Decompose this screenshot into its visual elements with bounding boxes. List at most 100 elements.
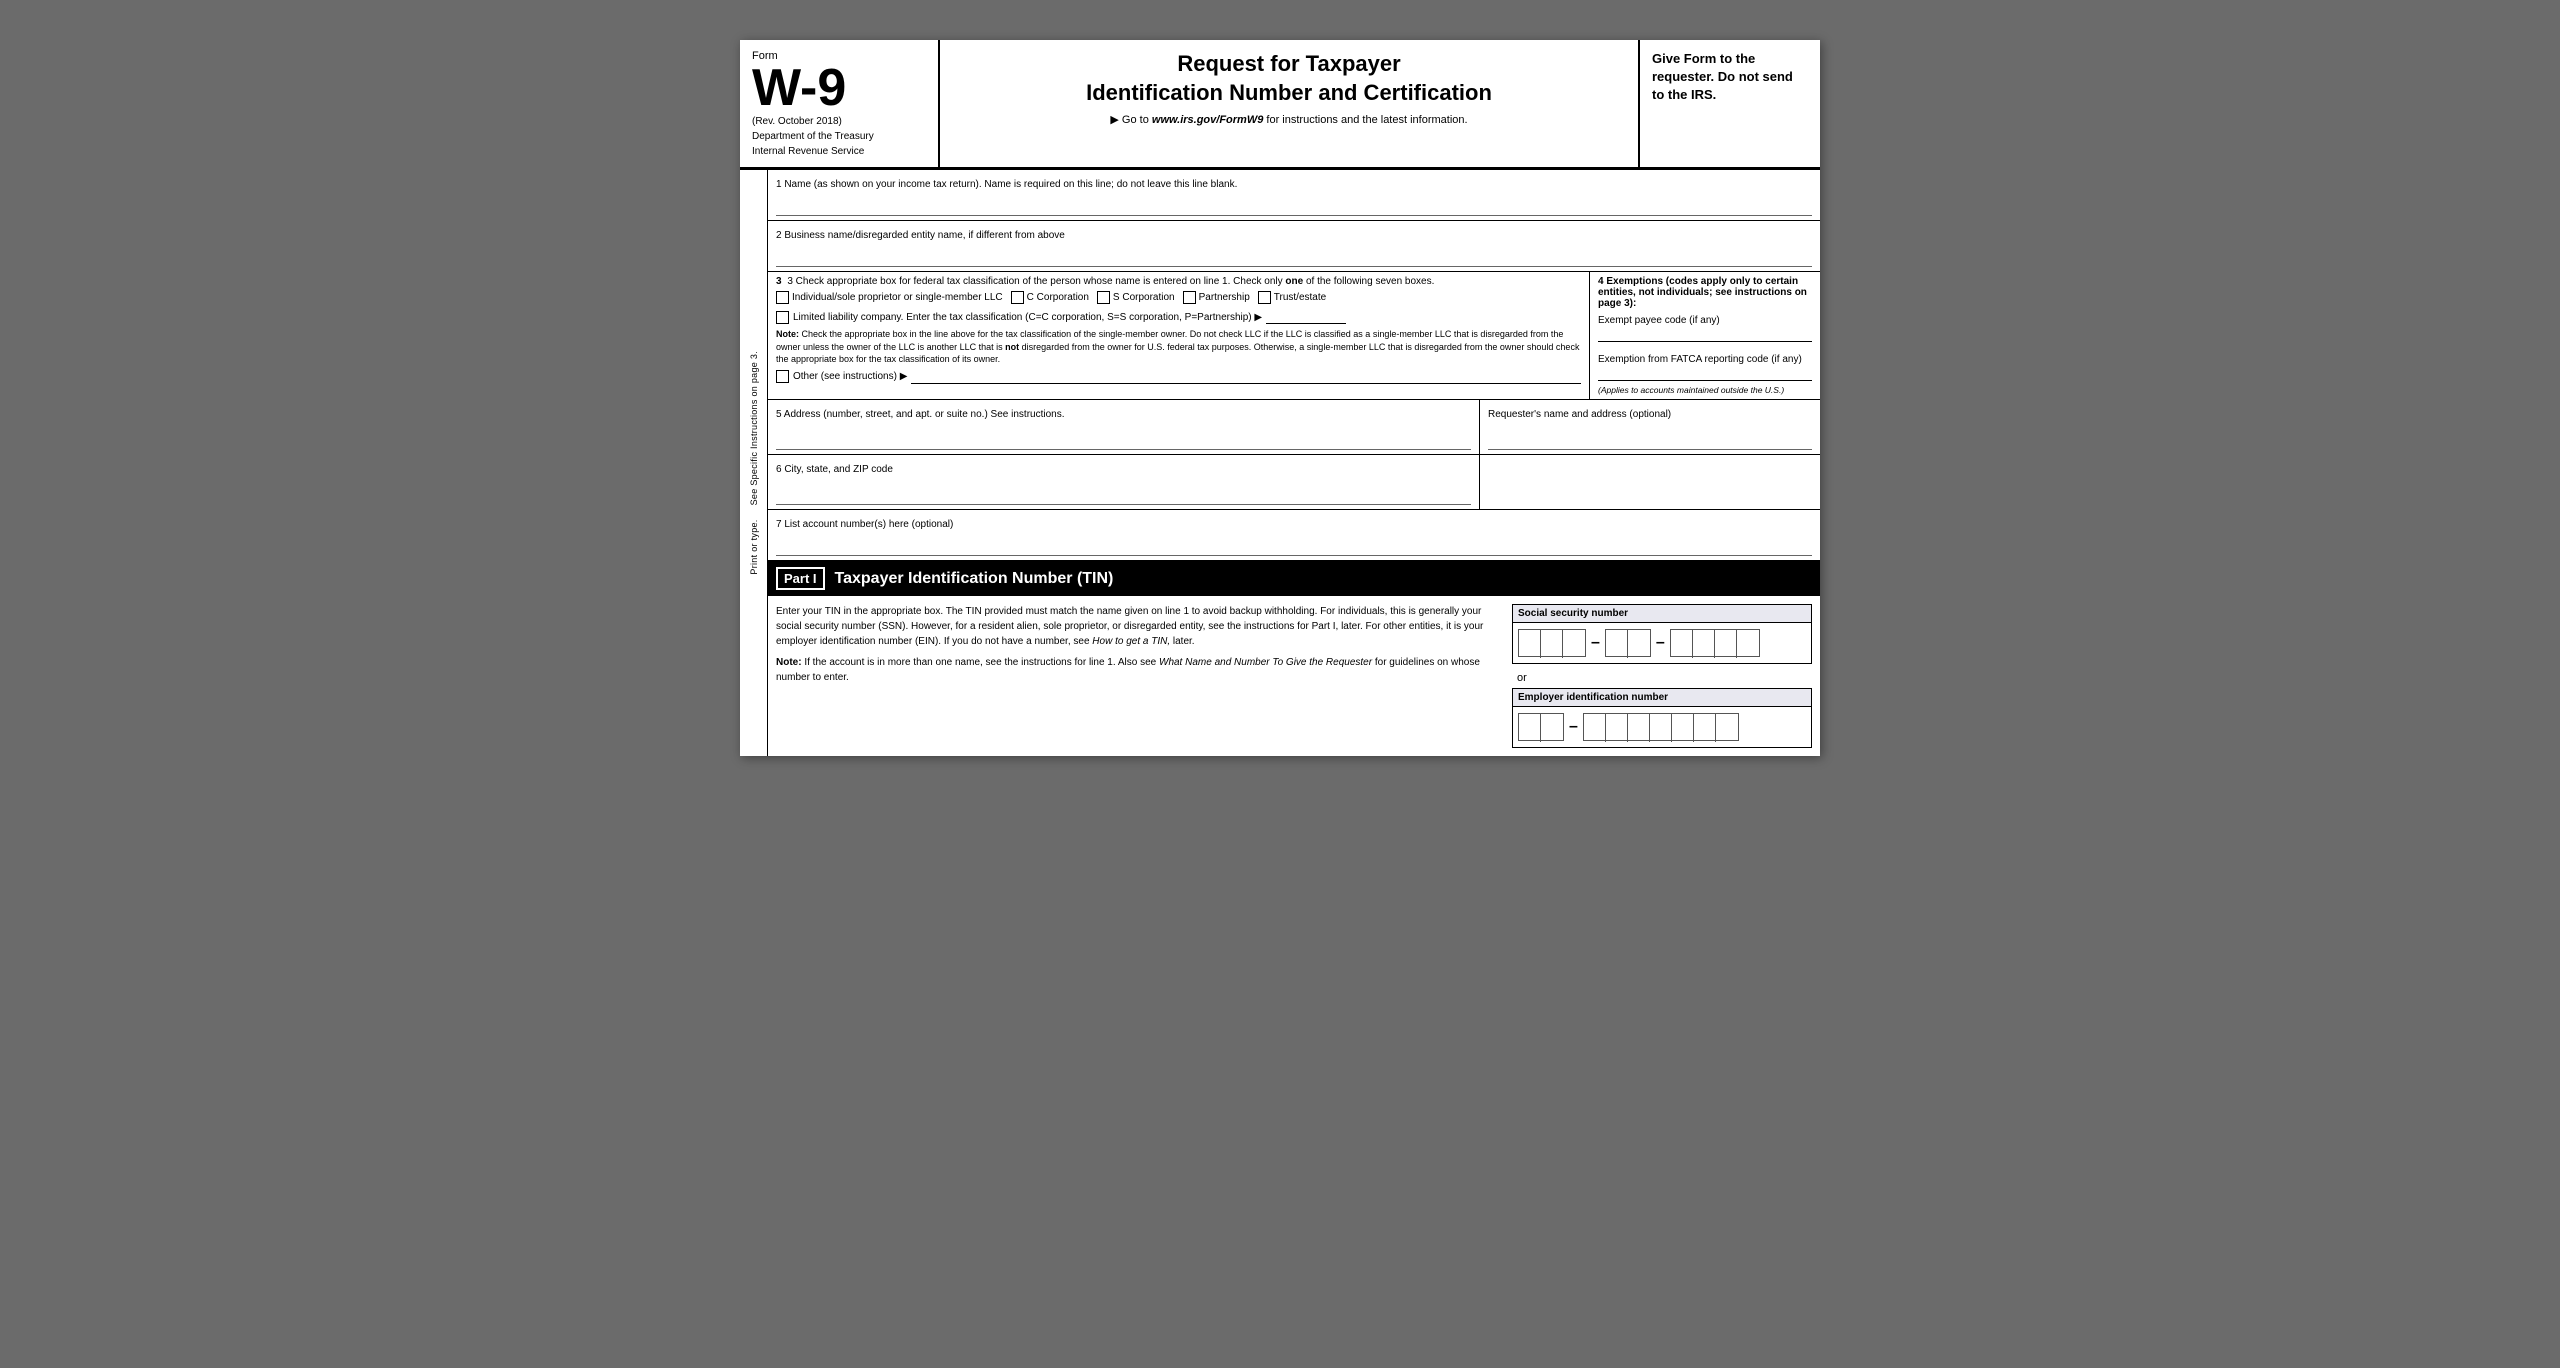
side-label-text: Print or type. See Specific Instructions… [749,351,759,575]
other-input[interactable] [911,370,1581,384]
llc-label: Limited liability company. Enter the tax… [793,312,1262,323]
checkbox-ccorp[interactable]: C Corporation [1011,291,1089,304]
checkbox-ccorp-label: C Corporation [1027,292,1089,303]
other-row: Other (see instructions) ▶ [776,370,1581,384]
checkbox-trust-box[interactable] [1258,291,1271,304]
checkbox-partnership-box[interactable] [1183,291,1196,304]
form-title: Request for Taxpayer Identification Numb… [960,50,1618,107]
part1-p2: Note: If the account is in more than one… [776,655,1502,685]
part1-body: Enter your TIN in the appropriate box. T… [768,596,1820,756]
checkbox-trust[interactable]: Trust/estate [1258,291,1326,304]
address-left: 5 Address (number, street, and apt. or s… [768,400,1480,454]
exempt-payee-input[interactable] [1598,328,1812,342]
fatca-note: (Applies to accounts maintained outside … [1598,385,1812,395]
city-left: 6 City, state, and ZIP code [768,455,1480,509]
ein-cell[interactable] [1628,714,1650,742]
note-text: Note: Check the appropriate box in the l… [776,328,1581,366]
checkbox-partnership[interactable]: Partnership [1183,291,1250,304]
address-right: Requester's name and address (optional) [1480,400,1820,454]
ssn-segment-3[interactable] [1670,629,1760,657]
checkbox-other-box[interactable] [776,370,789,383]
ein-cell[interactable] [1541,714,1563,742]
ein-fields: – [1513,707,1811,747]
ein-dash: – [1567,718,1580,736]
checkbox-scorp-box[interactable] [1097,291,1110,304]
exemptions-heading: 4 Exemptions (codes apply only to certai… [1598,276,1812,309]
ssn-cell[interactable] [1671,630,1693,658]
field5-label: 5 Address (number, street, and apt. or s… [776,409,1065,420]
part1-p1: Enter your TIN in the appropriate box. T… [776,604,1502,649]
field5-input[interactable] [776,422,1471,450]
account-row: 7 List account number(s) here (optional) [768,510,1820,561]
ein-cell[interactable] [1672,714,1694,742]
city-row: 6 City, state, and ZIP code [768,455,1820,510]
form-body: Print or type. See Specific Instructions… [740,170,1820,756]
ssn-label: Social security number [1513,605,1811,623]
ssn-segment-2[interactable] [1605,629,1651,657]
row3-right: 4 Exemptions (codes apply only to certai… [1590,272,1820,399]
field1-input[interactable] [776,194,1812,216]
ein-cell[interactable] [1716,714,1738,742]
ein-cell[interactable] [1650,714,1672,742]
form-number: W-9 [752,62,926,114]
field2-row: 2 Business name/disregarded entity name,… [768,221,1820,272]
form-rev: (Rev. October 2018) [752,116,926,127]
checkbox-individual-label: Individual/sole proprietor or single-mem… [792,292,1003,303]
header-right: Give Form to the requester. Do not send … [1640,40,1820,167]
field3-label: 3 3 Check appropriate box for federal ta… [776,276,1581,287]
ssn-cell[interactable] [1606,630,1628,658]
checkbox-individual-box[interactable] [776,291,789,304]
row3-left: 3 3 Check appropriate box for federal ta… [768,272,1590,399]
fatca-label: Exemption from FATCA reporting code (if … [1598,354,1812,365]
ein-cell[interactable] [1606,714,1628,742]
field6-input[interactable] [776,477,1471,505]
form-goto: ▶ Go to www.irs.gov/FormW9 for instructi… [960,113,1618,126]
checkbox-scorp[interactable]: S Corporation [1097,291,1175,304]
ssn-fields: – – [1513,623,1811,663]
ein-cell[interactable] [1519,714,1541,742]
ssn-cell[interactable] [1693,630,1715,658]
ein-segment-2[interactable] [1583,713,1739,741]
checkbox-partnership-label: Partnership [1199,292,1250,303]
form-dept: Department of the Treasury [752,131,926,142]
city-right [1480,455,1820,509]
part1-left: Enter your TIN in the appropriate box. T… [776,604,1502,748]
header-left: Form W-9 (Rev. October 2018) Department … [740,40,940,167]
ein-box: Employer identification number – [1512,688,1812,748]
ssn-segment-1[interactable] [1518,629,1586,657]
ssn-cell[interactable] [1519,630,1541,658]
field7-input[interactable] [776,534,1812,556]
llc-input[interactable] [1266,310,1346,324]
ssn-cell[interactable] [1541,630,1563,658]
form-header: Form W-9 (Rev. October 2018) Department … [740,40,1820,170]
llc-row: Limited liability company. Enter the tax… [776,310,1581,324]
field1-label: 1 Name (as shown on your income tax retu… [776,179,1237,190]
checkbox-individual[interactable]: Individual/sole proprietor or single-mem… [776,291,1003,304]
address-container: 5 Address (number, street, and apt. or s… [768,400,1820,455]
other-label: Other (see instructions) ▶ [793,371,907,382]
ein-segment-1[interactable] [1518,713,1564,741]
field2-input[interactable] [776,245,1812,267]
ein-label: Employer identification number [1513,689,1811,707]
ssn-cell[interactable] [1715,630,1737,658]
ein-cell[interactable] [1694,714,1716,742]
requester-label: Requester's name and address (optional) [1488,409,1671,420]
fatca-input[interactable] [1598,367,1812,381]
checkboxes-row: Individual/sole proprietor or single-mem… [776,291,1581,304]
ssn-dash-1: – [1589,634,1602,652]
requester-input[interactable] [1488,422,1812,450]
part1-header: Part I Taxpayer Identification Number (T… [768,561,1820,596]
ssn-cell[interactable] [1628,630,1650,658]
field7-label: 7 List account number(s) here (optional) [776,519,953,530]
row3-container: 3 3 Check appropriate box for federal ta… [768,272,1820,400]
ein-cell[interactable] [1584,714,1606,742]
ssn-cell[interactable] [1563,630,1585,658]
checkbox-scorp-label: S Corporation [1113,292,1175,303]
part1-right: Social security number – [1512,604,1812,748]
checkbox-ccorp-box[interactable] [1011,291,1024,304]
w9-form: Form W-9 (Rev. October 2018) Department … [740,40,1820,756]
checkbox-llc-box[interactable] [776,311,789,324]
or-text: or [1517,672,1807,684]
ssn-cell[interactable] [1737,630,1759,658]
part1-title: Taxpayer Identification Number (TIN) [835,570,1114,588]
